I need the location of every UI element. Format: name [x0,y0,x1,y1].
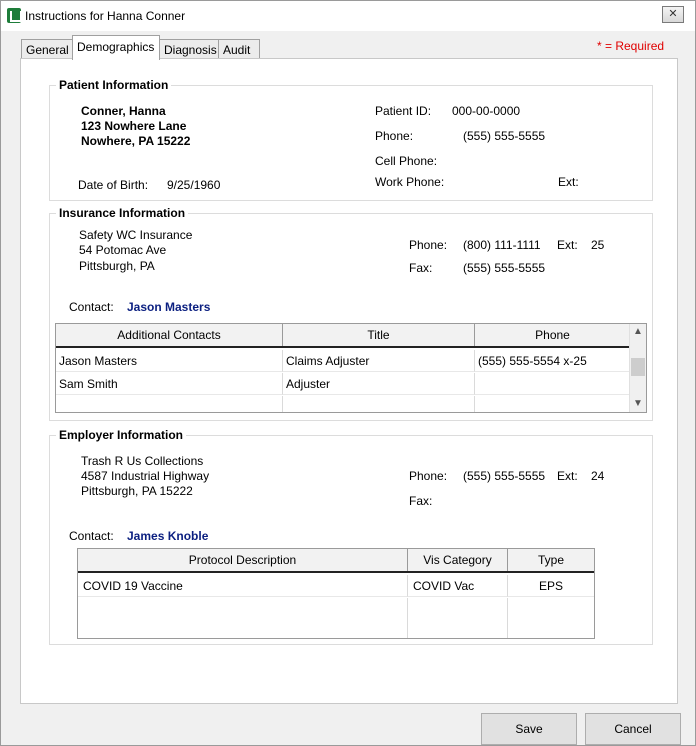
employer-contact-name[interactable]: James Knoble [127,529,208,543]
contact-row-1-title[interactable]: Claims Adjuster [283,350,475,372]
insurance-phone-label: Phone: [409,238,448,252]
insurance-name: Safety WC Insurance [79,228,193,242]
contact-row-2-title[interactable]: Adjuster [283,373,475,395]
required-note: * = Required [597,39,665,53]
demographics-panel: Patient Information Conner, Hanna 123 No… [20,58,678,704]
cancel-button[interactable]: Cancel [585,713,681,745]
contact-row-2-name[interactable]: Sam Smith [56,373,283,395]
insurance-info-group: Insurance Information Safety WC Insuranc… [49,206,653,421]
dialog-window: Instructions for Hanna Conner ✕ General … [0,0,696,746]
insurance-contact-name[interactable]: Jason Masters [127,300,210,314]
table-header: Additional Contacts Title Phone [56,324,631,348]
insurance-fax-label: Fax: [409,261,433,275]
employer-contact-label: Contact: [69,529,114,543]
employer-phone-label: Phone: [409,469,448,483]
employer-ext-value: 24 [591,469,605,483]
patient-address-line1: 123 Nowhere Lane [81,119,187,133]
work-phone-label: Work Phone: [375,175,445,189]
patient-id-label: Patient ID: [375,104,432,118]
contact-row-1-phone[interactable]: (555) 555-5554 x-25 [475,350,631,372]
insurance-phone-value: (800) 111-1111 [463,238,541,252]
contact-row-2-phone[interactable] [475,373,631,395]
app-icon [7,8,22,23]
contact-row-empty [283,396,475,412]
save-button[interactable]: Save [481,713,577,745]
patient-id-value: 000-00-0000 [452,104,521,118]
work-ext-label: Ext: [558,175,579,189]
insurance-ext-value: 25 [591,238,605,252]
scroll-down-icon[interactable]: ▼ [630,396,646,412]
column-header-additional-contacts[interactable]: Additional Contacts [56,324,283,346]
tab-general[interactable]: General [21,39,74,59]
tab-audit[interactable]: Audit [218,39,260,59]
patient-phone-label: Phone: [375,129,414,143]
contact-row-empty [475,396,631,412]
contact-row-1-name[interactable]: Jason Masters [56,350,283,372]
tab-demographics[interactable]: Demographics [72,35,160,60]
protocol-row-empty [408,598,508,638]
insurance-address-line1: 54 Potomac Ave [79,243,167,257]
column-header-type[interactable]: Type [508,549,594,571]
employer-fax-label: Fax: [409,494,433,508]
column-header-title[interactable]: Title [283,324,475,346]
protocol-row-type[interactable]: EPS [508,575,594,597]
contacts-scrollbar[interactable]: ▲ ▼ [629,324,646,412]
column-header-protocol-description[interactable]: Protocol Description [78,549,408,571]
insurance-info-title: Insurance Information [56,206,189,220]
patient-info-title: Patient Information [56,78,172,92]
employer-address-line1: 4587 Industrial Highway [81,469,210,483]
contact-row-empty [56,396,283,412]
employer-phone-value: (555) 555-5555 [463,469,546,483]
scroll-up-icon[interactable]: ▲ [630,324,646,340]
dob-value: 9/25/1960 [167,178,221,192]
patient-name: Conner, Hanna [81,104,166,118]
tab-diagnosis[interactable]: Diagnosis [159,39,219,59]
scroll-thumb[interactable] [631,358,645,376]
close-button[interactable]: ✕ [662,6,684,23]
additional-contacts-table: Additional Contacts Title Phone Jason Ma… [55,323,647,413]
employer-address-line2: Pittsburgh, PA 15222 [81,484,193,498]
column-header-vis-category[interactable]: Vis Category [408,549,508,571]
protocol-row-vis-category[interactable]: COVID Vac [408,575,508,597]
employer-name: Trash R Us Collections [81,454,204,468]
patient-info-group: Patient Information Conner, Hanna 123 No… [49,78,653,201]
insurance-fax-value: (555) 555-5555 [463,261,546,275]
patient-phone-value: (555) 555-5555 [463,129,546,143]
protocol-row-empty [508,598,594,638]
employer-info-group: Employer Information Trash R Us Collecti… [49,428,653,645]
dob-label: Date of Birth: [78,178,149,192]
column-header-phone[interactable]: Phone [475,324,631,346]
employer-ext-label: Ext: [557,469,578,483]
protocol-row-empty [78,598,408,638]
insurance-ext-label: Ext: [557,238,578,252]
protocol-row-description[interactable]: COVID 19 Vaccine [78,575,408,597]
employer-info-title: Employer Information [56,428,187,442]
insurance-contact-label: Contact: [69,300,114,314]
table-header: Protocol Description Vis Category Type [78,549,594,573]
window-title: Instructions for Hanna Conner [25,9,186,23]
patient-address-line2: Nowhere, PA 15222 [81,134,191,148]
protocol-table: Protocol Description Vis Category Type C… [77,548,595,639]
title-bar: Instructions for Hanna Conner ✕ [1,1,695,31]
cell-phone-label: Cell Phone: [375,154,438,168]
insurance-address-line2: Pittsburgh, PA [79,259,155,273]
